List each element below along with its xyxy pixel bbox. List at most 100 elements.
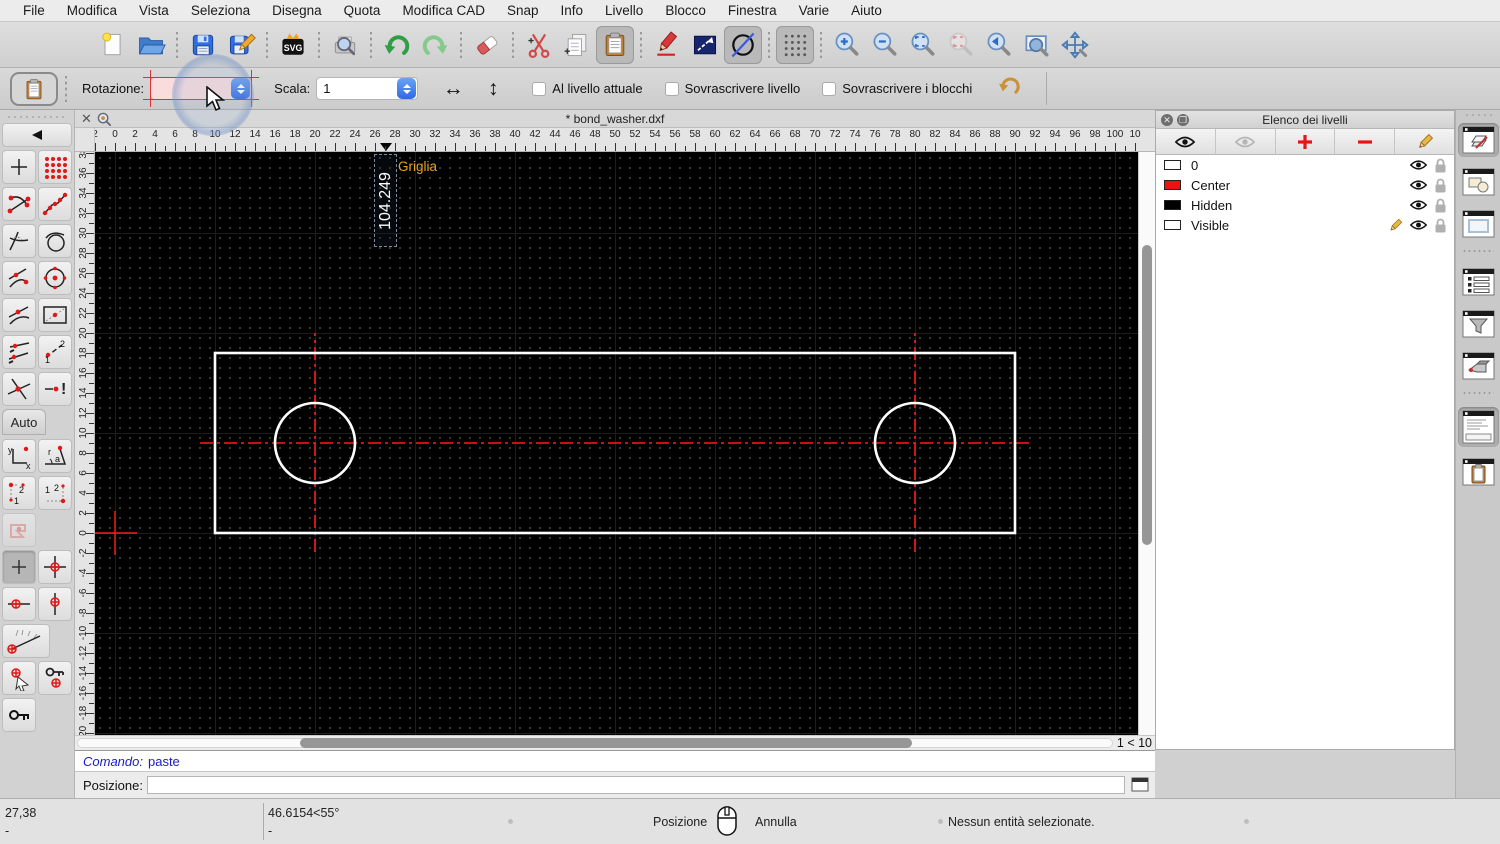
menu-item-file[interactable]: File bbox=[12, 0, 56, 22]
lock-icon[interactable] bbox=[1434, 198, 1447, 213]
checkbox-overwrite-layer[interactable]: Sovrascrivere livello bbox=[664, 81, 800, 96]
toggle-library-browser-button[interactable] bbox=[1458, 207, 1499, 241]
toolbar-handle[interactable] bbox=[1464, 113, 1492, 119]
toggle-block-list-button[interactable] bbox=[1458, 165, 1499, 199]
undo-button[interactable] bbox=[378, 26, 416, 64]
toggle-reference-view-button[interactable] bbox=[1458, 349, 1499, 383]
coord-absolute-button[interactable]: 12 bbox=[38, 476, 72, 510]
coord-cartesian-button[interactable]: yx bbox=[2, 439, 36, 473]
add-layer-button[interactable] bbox=[1276, 129, 1336, 154]
redo-button[interactable] bbox=[416, 26, 454, 64]
snap-center-button[interactable] bbox=[38, 261, 72, 295]
toggle-property-editor-button[interactable] bbox=[1458, 265, 1499, 299]
edit-layer-button[interactable] bbox=[1395, 129, 1454, 154]
snap-free-button[interactable] bbox=[2, 150, 36, 184]
snap-restriction-button[interactable]: ! bbox=[38, 372, 72, 406]
menu-item-disegna[interactable]: Disegna bbox=[261, 0, 333, 22]
layer-visibility-toggle[interactable] bbox=[1410, 199, 1427, 211]
scale-stepper[interactable] bbox=[397, 78, 417, 99]
svg-export-button[interactable]: SVG bbox=[274, 26, 312, 64]
toggle-layer-list-button[interactable] bbox=[1457, 123, 1499, 157]
menu-item-modifica[interactable]: Modifica bbox=[56, 0, 128, 22]
reset-tool-button[interactable] bbox=[996, 73, 1022, 104]
checkbox-to-current-layer[interactable]: Al livello attuale bbox=[532, 81, 643, 96]
menu-item-seleziona[interactable]: Seleziona bbox=[180, 0, 261, 22]
hide-all-layers-button[interactable] bbox=[1216, 129, 1276, 154]
grid-toggle-button[interactable] bbox=[776, 25, 814, 64]
restrict-vertical-button[interactable] bbox=[38, 587, 72, 621]
snap-intersection-button[interactable] bbox=[2, 372, 36, 406]
layer-visibility-toggle[interactable] bbox=[1410, 159, 1427, 171]
command-window-icon[interactable] bbox=[1131, 777, 1149, 792]
restrict-orthogonal-button[interactable] bbox=[38, 550, 72, 584]
menu-item-info[interactable]: Info bbox=[550, 0, 595, 22]
toolbar-handle[interactable] bbox=[6, 114, 68, 120]
restrict-nothing-button[interactable] bbox=[2, 550, 36, 584]
toggle-selection-filter-button[interactable] bbox=[1458, 307, 1499, 341]
zoom-auto-button[interactable] bbox=[904, 26, 942, 64]
eye-icon[interactable] bbox=[1410, 199, 1427, 211]
lock-relative-zero-button[interactable] bbox=[38, 661, 72, 695]
layer-lock-toggle[interactable] bbox=[1434, 178, 1447, 193]
layer-row-visible[interactable]: Visible bbox=[1156, 215, 1454, 235]
checkbox-box[interactable] bbox=[822, 81, 837, 96]
zoom-window-button[interactable] bbox=[1018, 26, 1056, 64]
open-file-button[interactable] bbox=[132, 26, 170, 64]
menu-item-varie[interactable]: Varie bbox=[788, 0, 841, 22]
layer-row-center[interactable]: Center bbox=[1156, 175, 1454, 195]
layer-lock-toggle[interactable] bbox=[1434, 198, 1447, 213]
cut-button[interactable] bbox=[520, 26, 558, 64]
save-as-button[interactable] bbox=[222, 26, 260, 64]
eraser-button[interactable] bbox=[468, 26, 506, 64]
snap-tangent-button[interactable] bbox=[38, 224, 72, 258]
restrict-horizontal-button[interactable] bbox=[2, 587, 36, 621]
show-all-layers-button[interactable] bbox=[1156, 129, 1216, 154]
eye-icon[interactable] bbox=[1410, 179, 1427, 191]
layer-visibility-toggle[interactable] bbox=[1410, 179, 1427, 191]
new-file-button[interactable] bbox=[94, 26, 132, 64]
eye-icon[interactable] bbox=[1410, 159, 1427, 171]
checkbox-overwrite-blocks[interactable]: Sovrascrivere i blocchi bbox=[822, 81, 972, 96]
snap-nearest-button[interactable] bbox=[2, 261, 36, 295]
checkbox-box[interactable] bbox=[532, 81, 547, 96]
menu-item-blocco[interactable]: Blocco bbox=[654, 0, 717, 22]
snap-on-entity-button[interactable] bbox=[38, 187, 72, 221]
menu-item-quota[interactable]: Quota bbox=[333, 0, 392, 22]
horizontal-scrollbar-thumb[interactable] bbox=[300, 738, 912, 748]
save-button[interactable] bbox=[184, 26, 222, 64]
layer-lock-toggle[interactable] bbox=[1434, 218, 1447, 233]
zoom-previous-button[interactable] bbox=[980, 26, 1018, 64]
lock-icon[interactable] bbox=[1434, 158, 1447, 173]
menu-item-snap[interactable]: Snap bbox=[496, 0, 550, 22]
origin-marker[interactable] bbox=[95, 511, 137, 555]
snap-middle-manual-button[interactable] bbox=[38, 298, 72, 332]
draw-pencil-button[interactable] bbox=[648, 26, 686, 64]
scale-input[interactable]: 1 bbox=[316, 77, 419, 100]
zoom-out-button[interactable] bbox=[866, 26, 904, 64]
flip-horizontal-button[interactable]: ↔ bbox=[436, 77, 470, 101]
cad-canvas[interactable]: 104.249 Griglia bbox=[95, 152, 1138, 735]
edit-rectangle-button[interactable] bbox=[686, 26, 724, 64]
copy-button[interactable] bbox=[558, 26, 596, 64]
rotation-stepper[interactable] bbox=[231, 78, 251, 99]
coord-relative-button[interactable]: 21 bbox=[2, 476, 36, 510]
zoom-selection-button[interactable] bbox=[942, 26, 980, 64]
zoom-in-button[interactable] bbox=[828, 26, 866, 64]
snap-endpoints-button[interactable] bbox=[2, 187, 36, 221]
lock-position-button[interactable] bbox=[2, 698, 36, 732]
position-input[interactable] bbox=[147, 776, 1125, 794]
layer-row-0[interactable]: 0 bbox=[1156, 155, 1454, 175]
divide-button[interactable] bbox=[724, 25, 762, 64]
paste-button[interactable] bbox=[596, 25, 634, 64]
menu-item-finestra[interactable]: Finestra bbox=[717, 0, 788, 22]
snap-intersection-auto-button[interactable] bbox=[2, 224, 36, 258]
snap-grid-button[interactable] bbox=[38, 150, 72, 184]
toggle-clipboard-viewer-button[interactable] bbox=[1458, 455, 1499, 489]
coord-polar-button[interactable]: ra bbox=[38, 439, 72, 473]
checkbox-box[interactable] bbox=[664, 81, 679, 96]
menu-item-modifica-cad[interactable]: Modifica CAD bbox=[391, 0, 496, 22]
pan-button[interactable] bbox=[1056, 26, 1094, 64]
remove-layer-button[interactable] bbox=[1335, 129, 1396, 154]
rotation-input[interactable] bbox=[143, 70, 260, 107]
layer-lock-toggle[interactable] bbox=[1434, 158, 1447, 173]
